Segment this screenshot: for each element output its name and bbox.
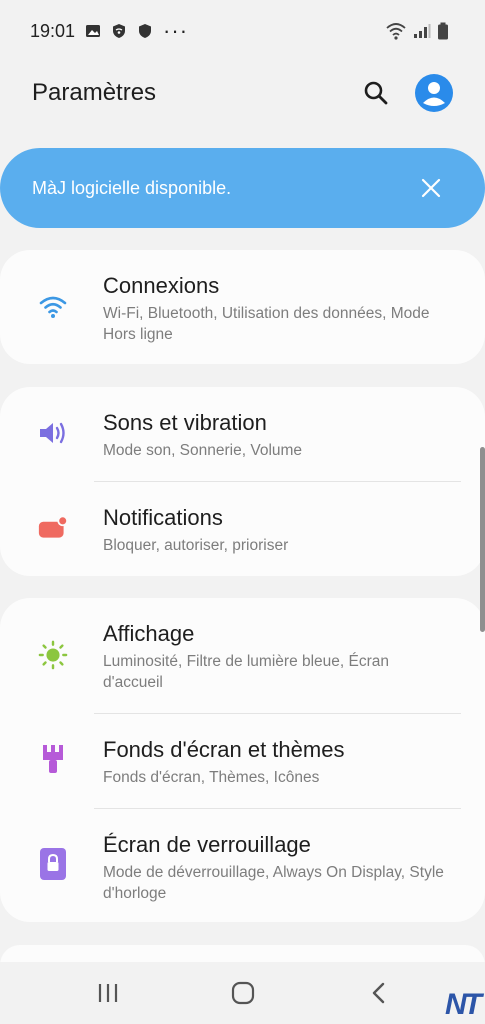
settings-item-sons[interactable]: Sons et vibration Mode son, Sonnerie, Vo… xyxy=(0,387,485,481)
vpn-shield-icon xyxy=(113,24,126,38)
recents-button[interactable] xyxy=(86,971,130,1015)
settings-item-notifications[interactable]: Notifications Bloquer, autoriser, priori… xyxy=(0,482,485,576)
home-icon xyxy=(231,981,254,1005)
back-button[interactable] xyxy=(356,971,400,1015)
signal-icon xyxy=(414,24,431,38)
dismiss-banner-button[interactable] xyxy=(415,172,447,204)
back-icon xyxy=(372,982,384,1004)
brush-icon xyxy=(38,744,68,774)
settings-group-display: Affichage Luminosité, Filtre de lumière … xyxy=(0,598,485,922)
search-button[interactable] xyxy=(357,74,395,112)
wifi-icon xyxy=(38,292,68,322)
search-icon xyxy=(364,81,388,105)
item-title: Sons et vibration xyxy=(103,410,267,435)
battery-icon xyxy=(438,22,448,40)
volume-icon xyxy=(38,418,68,448)
item-subtitle: Wi-Fi, Bluetooth, Utilisation des donnée… xyxy=(103,305,430,343)
navigation-bar xyxy=(0,962,485,1024)
settings-item-fonds-ecran[interactable]: Fonds d'écran et thèmes Fonds d'écran, T… xyxy=(0,714,485,808)
more-notifications-icon: ··· xyxy=(163,18,189,43)
item-title: Notifications xyxy=(103,505,223,530)
item-title: Écran de verrouillage xyxy=(103,832,311,857)
settings-item-ecran-verrouillage[interactable]: Écran de verrouillage Mode de déverrouil… xyxy=(0,809,485,922)
notification-icon xyxy=(38,512,68,542)
home-button[interactable] xyxy=(221,971,265,1015)
wifi-status-icon xyxy=(386,23,406,40)
item-subtitle: Luminosité, Filtre de lumière bleue, Écr… xyxy=(103,653,390,691)
settings-item-connexions[interactable]: Connexions Wi-Fi, Bluetooth, Utilisation… xyxy=(0,250,485,364)
gallery-icon xyxy=(86,25,101,37)
item-subtitle: Fonds d'écran, Thèmes, Icônes xyxy=(103,769,320,786)
update-banner[interactable]: MàJ logicielle disponible. xyxy=(0,148,485,228)
brightness-icon xyxy=(38,640,68,670)
item-title: Affichage xyxy=(103,621,195,646)
account-button[interactable] xyxy=(415,74,453,112)
recents-icon xyxy=(98,984,117,1002)
settings-group-connections: Connexions Wi-Fi, Bluetooth, Utilisation… xyxy=(0,250,485,364)
update-banner-text: MàJ logicielle disponible. xyxy=(32,177,232,198)
item-title: Fonds d'écran et thèmes xyxy=(103,737,345,762)
item-subtitle: Mode son, Sonnerie, Volume xyxy=(103,442,303,459)
shield-icon xyxy=(139,24,152,38)
close-icon xyxy=(421,178,441,198)
settings-group-sound: Sons et vibration Mode son, Sonnerie, Vo… xyxy=(0,387,485,576)
item-title: Connexions xyxy=(103,273,220,298)
status-bar: 19:01 ··· xyxy=(0,0,485,62)
item-subtitle: Mode de déverrouillage, Always On Displa… xyxy=(103,864,444,902)
item-subtitle: Bloquer, autoriser, prioriser xyxy=(103,537,289,554)
watermark-logo: NT xyxy=(445,988,482,1021)
lock-icon xyxy=(38,848,68,880)
page-title: Paramètres xyxy=(32,79,157,106)
avatar-icon xyxy=(415,74,453,112)
status-time: 19:01 xyxy=(30,20,76,41)
scrollbar[interactable] xyxy=(480,447,485,632)
settings-item-affichage[interactable]: Affichage Luminosité, Filtre de lumière … xyxy=(0,598,485,712)
app-header: Paramètres xyxy=(0,62,485,124)
